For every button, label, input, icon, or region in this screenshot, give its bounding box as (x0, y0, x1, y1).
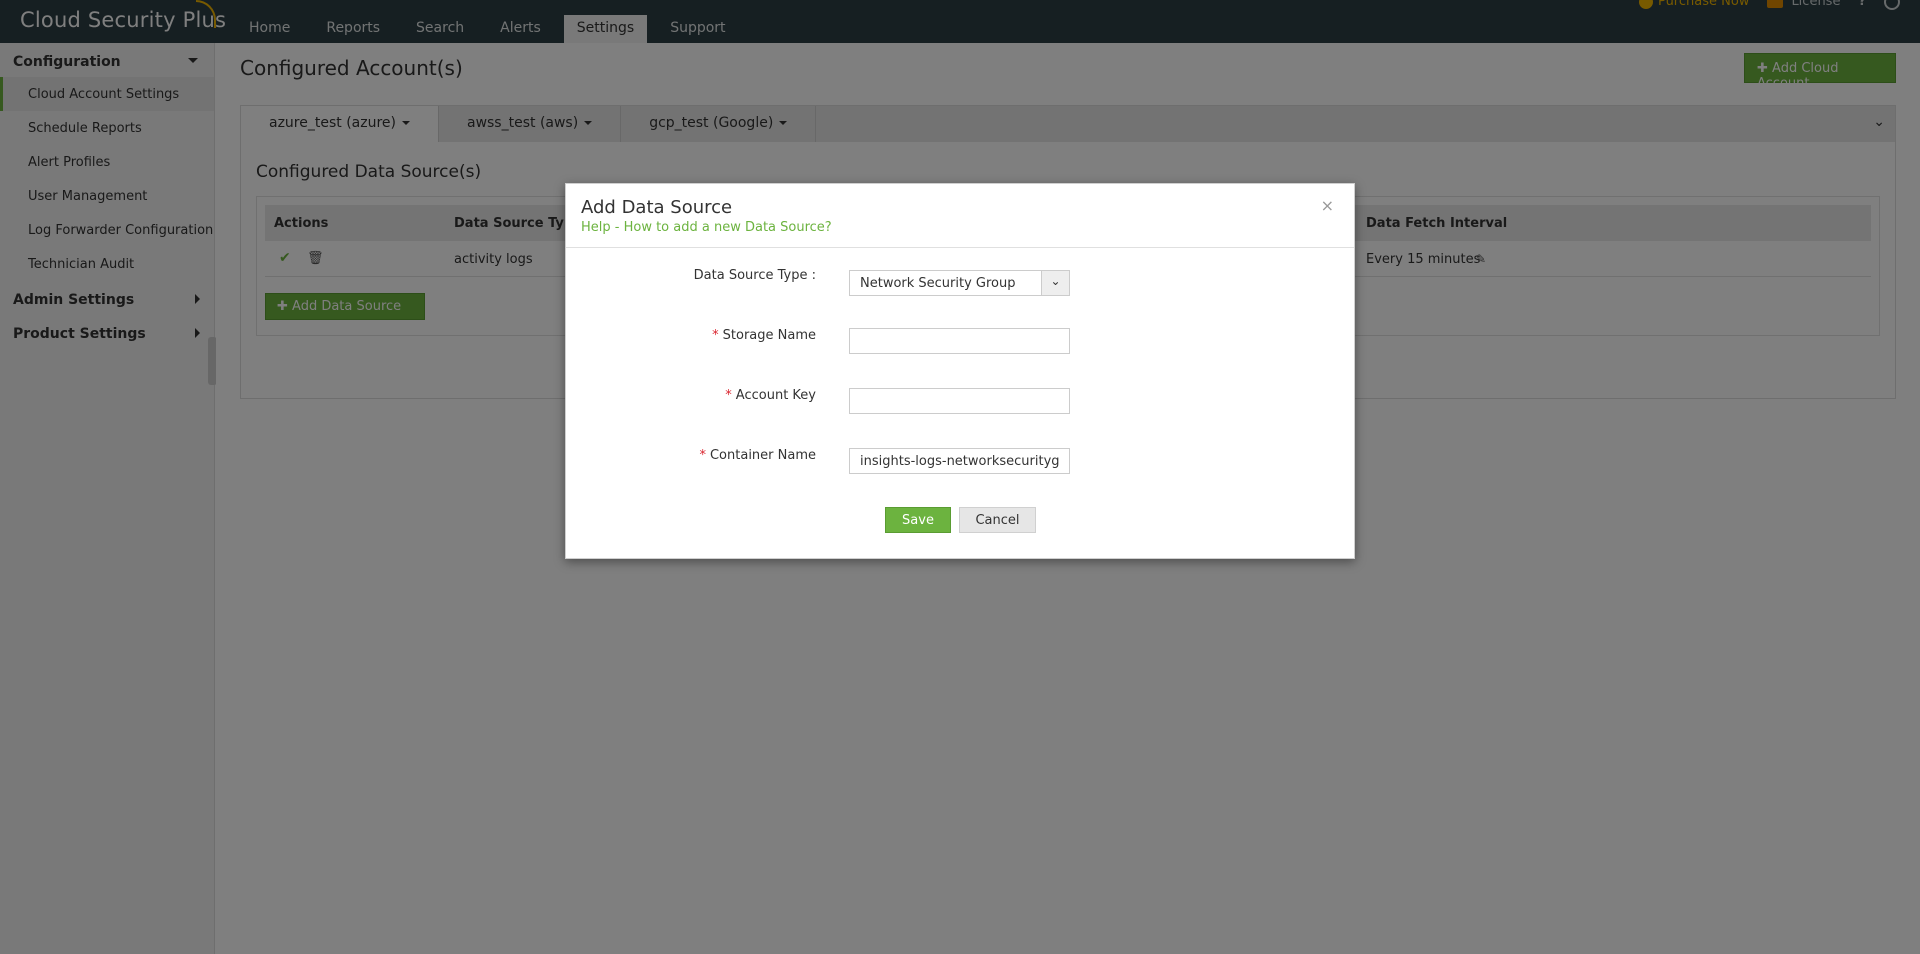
dialog-divider (566, 247, 1354, 248)
account-key-label: * Account Key (725, 388, 816, 403)
storage-name-label-text: Storage Name (722, 328, 816, 343)
data-source-type-value: Network Security Group (860, 276, 1016, 291)
close-icon[interactable]: × (1321, 196, 1334, 215)
data-source-type-select[interactable]: Network Security Group ⌄ (849, 270, 1070, 296)
chevron-down-icon: ⌄ (1041, 271, 1069, 295)
storage-name-input[interactable] (849, 328, 1070, 354)
storage-name-label: * Storage Name (712, 328, 816, 343)
add-data-source-dialog: Add Data Source Help - How to add a new … (565, 183, 1355, 559)
container-name-input[interactable] (849, 448, 1070, 474)
required-marker: * (712, 328, 719, 343)
required-marker: * (725, 388, 732, 403)
container-name-label-text: Container Name (709, 448, 816, 463)
help-link[interactable]: Help - How to add a new Data Source? (581, 220, 832, 235)
dialog-title: Add Data Source (581, 197, 733, 218)
account-key-input[interactable] (849, 388, 1070, 414)
data-source-type-label: Data Source Type : (693, 268, 816, 283)
container-name-label: * Container Name (699, 448, 816, 463)
save-button[interactable]: Save (885, 507, 951, 533)
account-key-label-text: Account Key (735, 388, 816, 403)
required-marker: * (699, 448, 706, 463)
cancel-button[interactable]: Cancel (959, 507, 1036, 533)
